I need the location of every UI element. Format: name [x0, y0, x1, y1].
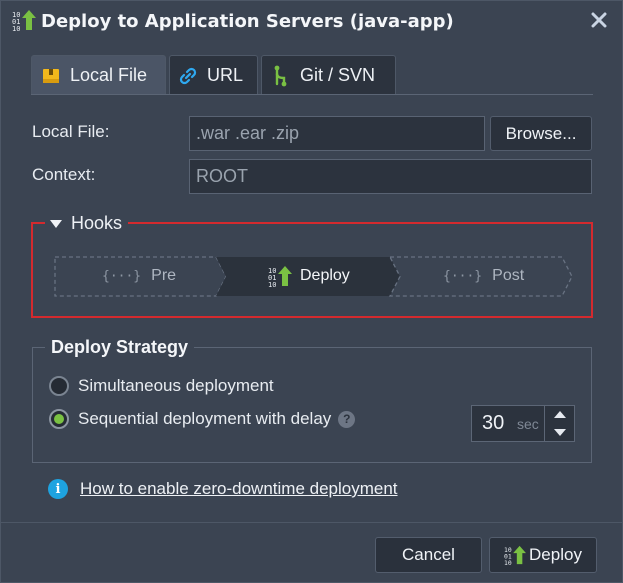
chevron-down-icon [553, 428, 566, 436]
svg-text:10: 10 [12, 25, 20, 31]
hooks-toggle[interactable]: Hooks [45, 213, 129, 234]
tab-label: Git / SVN [300, 65, 376, 85]
radio-simultaneous-label: Simultaneous deployment [78, 376, 274, 395]
hook-deploy[interactable]: 10 01 10 Deploy [268, 256, 350, 296]
deploy-icon: 10 01 10 [12, 10, 36, 31]
local-file-input[interactable]: .war .ear .zip [189, 116, 485, 151]
deploy-button-label: Deploy [529, 545, 582, 564]
context-label: Context: [32, 165, 96, 184]
footer-divider [1, 522, 622, 523]
local-file-label: Local File: [32, 122, 110, 141]
hook-post-label: Post [492, 267, 525, 284]
info-row: i How to enable zero-downtime deployment [48, 479, 398, 499]
hook-pre[interactable]: {···} Pre [102, 256, 176, 296]
context-input[interactable]: ROOT [189, 159, 592, 194]
hook-post[interactable]: {···} Post [443, 256, 524, 296]
delay-value[interactable]: 30 [482, 412, 512, 435]
curly-braces-icon: {···} [443, 268, 483, 284]
context-value: ROOT [196, 166, 248, 186]
hook-deploy-label: Deploy [300, 267, 350, 284]
close-icon [591, 12, 607, 28]
hooks-label: Hooks [71, 213, 123, 233]
tab-label: URL [206, 65, 243, 85]
delay-unit: sec [517, 415, 539, 432]
tab-label: Local File [70, 65, 148, 85]
deploy-icon: 10 01 10 [268, 266, 292, 287]
tab-local-file[interactable]: Local File [31, 55, 166, 95]
deploy-strategy-title: Deploy Strategy [45, 337, 195, 358]
stepper-arrows [544, 406, 574, 441]
curly-braces-icon: {···} [102, 268, 142, 284]
title-bar: 10 01 10 Deploy to Application Servers (… [1, 1, 622, 41]
browse-button[interactable]: Browse... [490, 116, 592, 151]
tab-divider [31, 94, 593, 95]
svg-text:10: 10 [268, 281, 276, 287]
delay-stepper[interactable]: 30 sec [471, 405, 575, 442]
deploy-dialog: 10 01 10 Deploy to Application Servers (… [0, 0, 623, 583]
svg-text:10: 10 [504, 559, 512, 566]
dialog-title: Deploy to Application Servers (java-app) [41, 11, 454, 32]
radio-sequential-label: Sequential deployment with delay [78, 409, 332, 428]
triangle-down-icon [50, 219, 62, 228]
radio-dot [54, 414, 64, 424]
radio-button[interactable] [49, 409, 69, 429]
link-icon [178, 65, 199, 87]
info-icon: i [48, 479, 68, 499]
radio-simultaneous[interactable]: Simultaneous deployment [49, 376, 274, 396]
hooks-pipeline: {···} Pre 10 01 10 Deploy {···} Post [54, 256, 574, 298]
close-button[interactable] [588, 9, 610, 31]
deploy-button[interactable]: 10 01 10 Deploy [489, 537, 597, 573]
hook-pre-label: Pre [151, 267, 177, 284]
radio-sequential[interactable]: Sequential deployment with delay ? [49, 409, 356, 429]
decrement-button[interactable] [545, 424, 574, 442]
deploy-icon: 10 01 10 [504, 545, 527, 566]
git-branch-icon [270, 65, 292, 87]
local-file-placeholder: .war .ear .zip [196, 123, 300, 143]
radio-button[interactable] [49, 376, 69, 396]
chevron-up-icon [553, 411, 566, 419]
source-tabs: Local File URL Git / SVN [31, 55, 399, 95]
increment-button[interactable] [545, 406, 574, 424]
zero-downtime-link[interactable]: How to enable zero-downtime deployment [80, 479, 398, 499]
help-icon[interactable]: ? [338, 410, 356, 428]
archive-icon [40, 65, 62, 87]
cancel-button[interactable]: Cancel [375, 537, 482, 573]
tab-url[interactable]: URL [169, 55, 258, 95]
tab-git-svn[interactable]: Git / SVN [261, 55, 396, 95]
